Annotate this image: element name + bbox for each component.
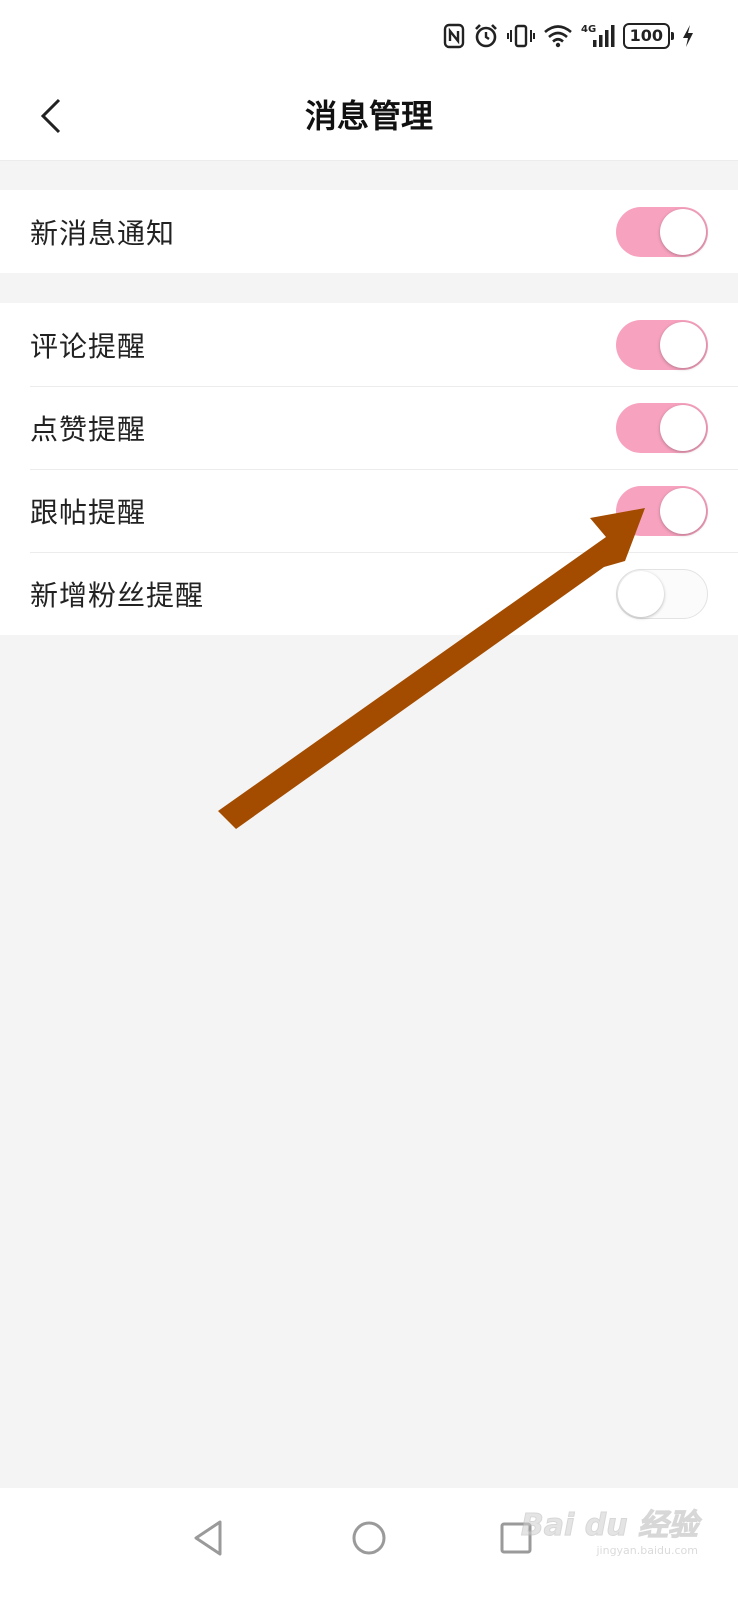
watermark-logo: Bai du 经验 (520, 1508, 698, 1544)
setting-row-new-follower: 新增粉丝提醒 (0, 552, 738, 635)
notification-settings-group: 评论提醒 点赞提醒 跟帖提醒 新增粉丝提醒 (0, 303, 738, 635)
system-home-button[interactable] (341, 1510, 397, 1566)
toggle-knob (660, 208, 706, 255)
setting-label-like: 点赞提醒 (30, 412, 147, 446)
toggle-comment[interactable] (616, 319, 708, 370)
battery-indicator: 100 (622, 23, 674, 49)
setting-label-new-follower: 新增粉丝提醒 (30, 578, 205, 612)
toggle-new-message[interactable] (616, 206, 708, 257)
toggle-knob (660, 487, 706, 534)
circle-home-icon (352, 1521, 386, 1555)
wifi-icon (543, 24, 573, 48)
chevron-left-icon (40, 98, 61, 134)
toggle-knob (660, 321, 706, 368)
status-bar: 4G 100 (0, 0, 738, 72)
setting-row-comment: 评论提醒 (0, 303, 738, 386)
svg-text:4G: 4G (581, 24, 596, 35)
triangle-back-icon (194, 1520, 222, 1556)
alarm-icon (473, 23, 499, 49)
setting-label-reply: 跟帖提醒 (30, 495, 147, 529)
battery-level: 100 (622, 23, 670, 49)
toggle-like[interactable] (616, 402, 708, 453)
master-settings-group: 新消息通知 (0, 190, 738, 273)
setting-row-new-message: 新消息通知 (0, 190, 738, 273)
battery-cap (671, 32, 674, 40)
vibrate-icon (506, 23, 535, 49)
toggle-knob (660, 404, 706, 451)
back-button[interactable] (26, 90, 78, 142)
page-title: 消息管理 (304, 97, 433, 135)
status-icons: 4G 100 (443, 22, 694, 50)
system-back-button[interactable] (180, 1510, 236, 1566)
setting-row-reply: 跟帖提醒 (0, 469, 738, 552)
header-bar: 消息管理 (0, 72, 738, 161)
nfc-icon (443, 23, 465, 49)
watermark: Bai du 经验 jingyan.baidu.com (520, 1508, 698, 1558)
setting-label-comment: 评论提醒 (30, 329, 147, 363)
cellular-signal-icon: 4G (581, 23, 615, 49)
toggle-knob (618, 570, 664, 617)
watermark-url: jingyan.baidu.com (596, 1544, 698, 1557)
toggle-new-follower[interactable] (616, 568, 708, 619)
toggle-reply[interactable] (616, 485, 708, 536)
setting-row-like: 点赞提醒 (0, 386, 738, 469)
setting-label-new-message: 新消息通知 (30, 216, 176, 250)
charging-icon (682, 24, 694, 48)
